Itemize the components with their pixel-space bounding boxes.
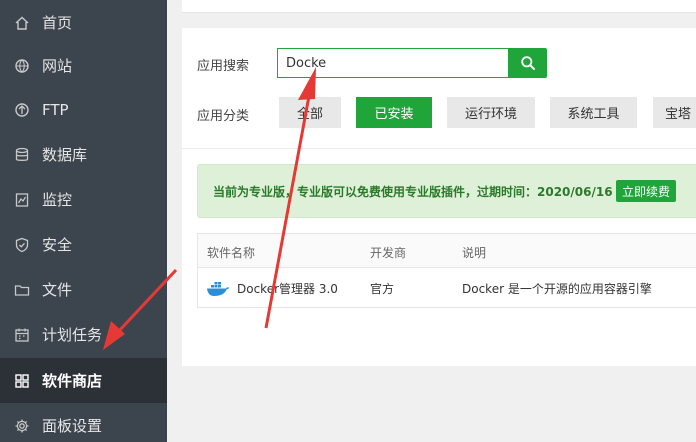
sidebar-item-software-store[interactable]: 软件商店	[0, 358, 167, 403]
sidebar-item-home[interactable]: 首页	[0, 0, 167, 45]
pro-notice: 当前为专业版，专业版可以免费使用专业版插件，过期时间：2020/06/16 立即…	[197, 164, 696, 218]
category-bt[interactable]: 宝塔	[653, 97, 696, 128]
column-header-name: 软件名称	[207, 246, 256, 260]
software-description: Docker 是一个开源的应用容器引擎	[462, 282, 652, 296]
sidebar-item-label: 软件商店	[42, 372, 103, 390]
search-button[interactable]	[509, 48, 547, 78]
table-row[interactable]: Docker管理器 3.0 官方 Docker 是一个开源的应用容器引擎	[198, 268, 696, 308]
renew-button[interactable]: 立即续费	[616, 180, 676, 202]
category-runtime[interactable]: 运行环境	[447, 97, 535, 128]
database-icon	[14, 147, 30, 163]
sidebar-item-ftp[interactable]: FTP	[0, 87, 167, 132]
search-icon	[520, 55, 536, 71]
sidebar-item-database[interactable]: 数据库	[0, 132, 167, 177]
gear-icon	[14, 418, 30, 434]
sidebar-item-label: 监控	[42, 191, 73, 209]
category-all[interactable]: 全部	[279, 97, 341, 128]
home-icon	[14, 15, 30, 31]
sidebar-item-files[interactable]: 文件	[0, 267, 167, 312]
sidebar-item-label: 面板设置	[42, 417, 103, 435]
software-developer: 官方	[370, 282, 395, 296]
category-installed[interactable]: 已安装	[356, 97, 432, 128]
monitor-icon	[14, 192, 30, 208]
folder-icon	[14, 282, 30, 298]
search-label: 应用搜索	[197, 59, 250, 74]
calendar-icon	[14, 327, 30, 343]
grid-icon	[14, 373, 30, 389]
globe-icon	[14, 58, 30, 74]
ftp-icon	[14, 102, 30, 118]
sidebar-item-label: 安全	[42, 236, 73, 254]
sidebar-item-security[interactable]: 安全	[0, 222, 167, 267]
sidebar-item-label: 计划任务	[42, 326, 103, 344]
sidebar-item-website[interactable]: 网站	[0, 43, 167, 88]
search-input[interactable]	[277, 48, 509, 78]
column-header-developer: 开发商	[370, 246, 407, 260]
sidebar-item-label: 网站	[42, 57, 73, 75]
top-panel	[182, 0, 696, 13]
sidebar-item-cron[interactable]: 计划任务	[0, 312, 167, 357]
sidebar: 首页 网站 FTP 数据库 监控 安全 文件 计划任务 软件商店 面板设置	[0, 0, 167, 442]
sidebar-item-label: FTP	[42, 100, 69, 119]
sidebar-item-monitor[interactable]: 监控	[0, 177, 167, 222]
divider	[182, 148, 696, 149]
sidebar-item-label: 首页	[42, 14, 73, 32]
category-system-tools[interactable]: 系统工具	[550, 97, 637, 128]
sidebar-item-label: 数据库	[42, 146, 88, 164]
column-header-description: 说明	[462, 246, 487, 260]
docker-icon	[206, 281, 230, 297]
category-label: 应用分类	[197, 109, 250, 124]
software-name[interactable]: Docker管理器 3.0	[237, 280, 338, 297]
sidebar-item-panel-settings[interactable]: 面板设置	[0, 403, 167, 442]
software-table: 软件名称 开发商 说明 Docker管理器 3.0 官方 Docker 是一个开…	[197, 233, 696, 308]
notice-text: 当前为专业版，专业版可以免费使用专业版插件，过期时间：2020/06/16	[213, 185, 613, 199]
shield-icon	[14, 237, 30, 253]
sidebar-item-label: 文件	[42, 281, 73, 299]
table-header: 软件名称 开发商 说明	[198, 234, 696, 268]
